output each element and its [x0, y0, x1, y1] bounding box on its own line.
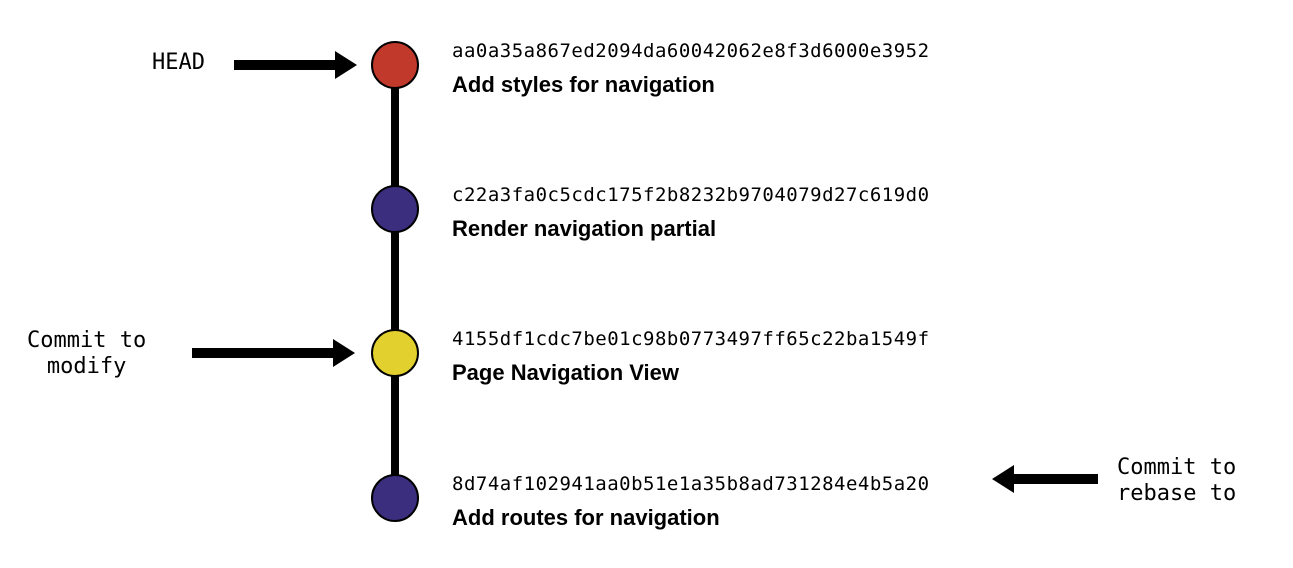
commit-node-target	[371, 329, 419, 377]
commit-hash: aa0a35a867ed2094da60042062e8f3d6000e3952	[452, 40, 930, 62]
commit-connector-line	[391, 65, 399, 498]
commit-message: Add styles for navigation	[452, 72, 930, 98]
commit-info: aa0a35a867ed2094da60042062e8f3d6000e3952…	[452, 40, 930, 98]
git-commit-graph: aa0a35a867ed2094da60042062e8f3d6000e3952…	[0, 0, 1293, 568]
commit-node	[371, 185, 419, 233]
arrow-left-icon	[1010, 474, 1098, 484]
commit-info: c22a3fa0c5cdc175f2b8232b9704079d27c619d0…	[452, 184, 930, 242]
commit-hash: 4155df1cdc7be01c98b0773497ff65c22ba1549f	[452, 328, 930, 350]
annotation-modify-label: Commit to modify	[27, 328, 146, 381]
commit-info: 4155df1cdc7be01c98b0773497ff65c22ba1549f…	[452, 328, 930, 386]
commit-message: Add routes for navigation	[452, 505, 930, 531]
commit-info: 8d74af102941aa0b51e1a35b8ad731284e4b5a20…	[452, 473, 930, 531]
arrow-right-icon	[192, 348, 337, 358]
commit-message: Render navigation partial	[452, 216, 930, 242]
commit-message: Page Navigation View	[452, 360, 930, 386]
commit-node-base	[371, 474, 419, 522]
arrow-right-icon	[234, 60, 339, 70]
annotation-head-label: HEAD	[152, 50, 205, 76]
commit-hash: 8d74af102941aa0b51e1a35b8ad731284e4b5a20	[452, 473, 930, 495]
commit-node-head	[371, 41, 419, 89]
annotation-rebase-label: Commit to rebase to	[1117, 455, 1236, 508]
commit-hash: c22a3fa0c5cdc175f2b8232b9704079d27c619d0	[452, 184, 930, 206]
